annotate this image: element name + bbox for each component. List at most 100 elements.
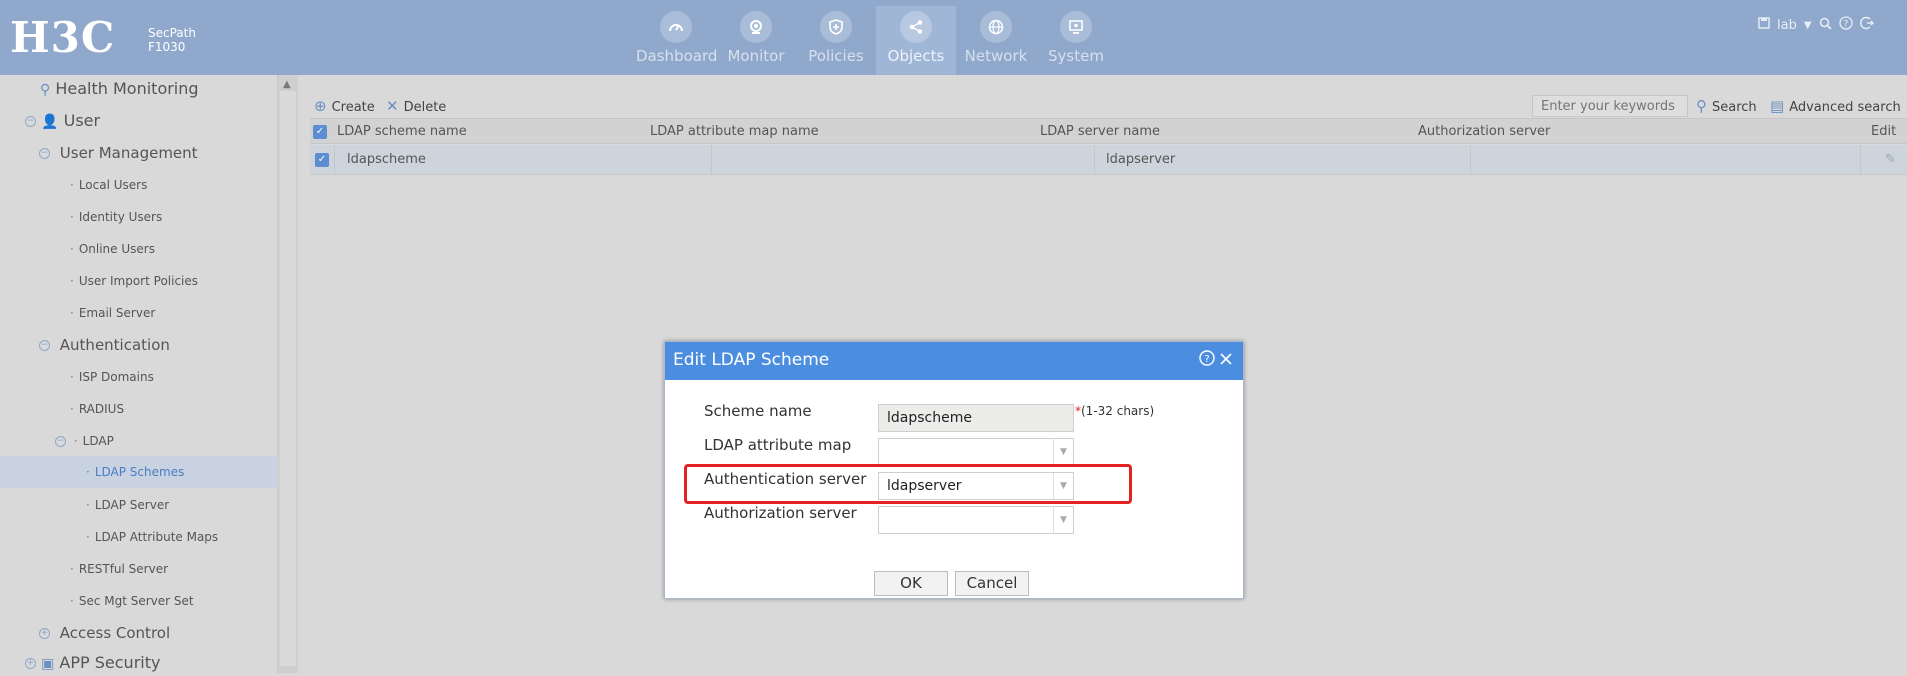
- collapse-toggle-icon[interactable]: −: [39, 340, 50, 351]
- length-hint: (1-32 chars): [1081, 404, 1155, 418]
- nav-objects[interactable]: Objects: [876, 6, 956, 75]
- caret-down-icon[interactable]: ▼: [1804, 20, 1812, 31]
- expand-toggle-icon[interactable]: +: [39, 628, 50, 639]
- user-name[interactable]: lab: [1777, 18, 1797, 33]
- nav-label: Network: [964, 47, 1028, 65]
- sidebar-item-ldap-server[interactable]: · LDAP Server: [0, 493, 169, 517]
- attribute-map-label: LDAP attribute map: [704, 436, 852, 454]
- column-header: Edit: [1871, 124, 1897, 139]
- advanced-search-button[interactable]: ▤ Advanced search: [1770, 97, 1901, 115]
- nav-system[interactable]: System: [1036, 6, 1116, 75]
- sidebar-item-ldap-schemes[interactable]: · LDAP Schemes: [0, 456, 278, 488]
- save-icon[interactable]: [1758, 17, 1770, 33]
- create-label: Create: [331, 100, 375, 115]
- authorization-server-select[interactable]: ▼: [878, 506, 1074, 534]
- row-checkbox[interactable]: ✓: [315, 153, 329, 167]
- toolbar: ⊕ Create ✕ Delete ⚲ Search ▤ Advanced search: [298, 75, 1907, 117]
- sidebar-item-label: Sec Mgt Server Set: [78, 594, 194, 608]
- sidebar-item-label: LDAP Attribute Maps: [94, 530, 219, 544]
- sidebar-item-health-monitoring[interactable]: ⚲ Health Monitoring: [0, 77, 199, 101]
- gauge-icon: [660, 11, 692, 43]
- help-icon[interactable]: ?: [1199, 343, 1215, 379]
- sidebar-item-online-users[interactable]: · Online Users: [0, 237, 155, 261]
- sidebar-item-access-control[interactable]: + Access Control: [0, 621, 170, 645]
- column-header[interactable]: Authorization server: [1418, 119, 1550, 143]
- sidebar-item-label: LDAP: [82, 434, 114, 448]
- scroll-up-icon[interactable]: ▲: [283, 79, 291, 90]
- share-icon: [900, 11, 932, 43]
- scheme-name-label: Scheme name: [704, 402, 812, 420]
- nav-monitor[interactable]: Monitor: [716, 6, 796, 75]
- sidebar-item-ldap-attribute-maps[interactable]: · LDAP Attribute Maps: [0, 525, 218, 549]
- device-model: SecPath F1030: [148, 26, 196, 54]
- select-all-checkbox[interactable]: ✓: [313, 125, 327, 139]
- sidebar-item-label: Online Users: [78, 242, 155, 256]
- main-nav: Dashboard Monitor Policies Objects Netwo…: [636, 6, 1116, 75]
- sidebar-item-label: Identity Users: [78, 210, 163, 224]
- sidebar-item-local-users[interactable]: · Local Users: [0, 173, 147, 197]
- cancel-button[interactable]: Cancel: [955, 571, 1029, 596]
- help-icon[interactable]: ?: [1838, 16, 1853, 34]
- collapse-toggle-icon[interactable]: −: [39, 148, 50, 159]
- shield-icon: [820, 11, 852, 43]
- sidebar-item-sec-mgt-server-set[interactable]: · Sec Mgt Server Set: [0, 589, 194, 613]
- sidebar-item-user[interactable]: − 👤 User: [0, 109, 100, 133]
- model-line-2: F1030: [148, 40, 186, 54]
- nav-label: Dashboard: [636, 47, 718, 65]
- sidebar-item-ldap[interactable]: − · LDAP: [0, 429, 114, 453]
- column-header[interactable]: LDAP attribute map name: [650, 119, 819, 143]
- plus-circle-icon: ⊕: [314, 97, 327, 115]
- scheme-name-hint: *(1-32 chars): [1075, 404, 1154, 418]
- nav-label: Objects: [887, 47, 945, 65]
- nav-policies[interactable]: Policies: [796, 6, 876, 75]
- edit-pencil-icon[interactable]: ✎: [1885, 145, 1896, 174]
- search-icon[interactable]: [1819, 17, 1832, 34]
- close-icon: ✕: [386, 97, 399, 115]
- sidebar-item-label: User Management: [59, 144, 198, 162]
- sidebar-item-email-server[interactable]: · Email Server: [0, 301, 155, 325]
- dialog-controls: ?: [1199, 342, 1233, 380]
- attribute-map-select[interactable]: ▼: [878, 438, 1074, 466]
- sidebar-item-label: LDAP Server: [94, 498, 170, 512]
- globe-icon: [980, 11, 1012, 43]
- nav-network[interactable]: Network: [956, 6, 1036, 75]
- expand-toggle-icon[interactable]: +: [25, 658, 36, 669]
- chevron-down-icon[interactable]: ▼: [1053, 507, 1073, 533]
- table-row[interactable]: ✓ ldapscheme ldapserver ✎: [310, 145, 1907, 175]
- logout-icon[interactable]: [1859, 16, 1874, 34]
- sidebar-item-user-import-policies[interactable]: · User Import Policies: [0, 269, 198, 293]
- delete-button[interactable]: ✕ Delete: [386, 97, 446, 115]
- sidebar-item-authentication[interactable]: − Authentication: [0, 333, 170, 357]
- advanced-search-label: Advanced search: [1789, 100, 1901, 115]
- sidebar-item-label: User Import Policies: [78, 274, 199, 288]
- collapse-toggle-icon[interactable]: −: [25, 116, 36, 127]
- ok-button[interactable]: OK: [874, 571, 948, 596]
- nav-dashboard[interactable]: Dashboard: [636, 6, 718, 75]
- cell-server-name: ldapserver: [1106, 152, 1176, 167]
- chevron-down-icon[interactable]: ▼: [1053, 439, 1073, 465]
- sidebar-item-label: APP Security: [59, 653, 161, 672]
- sidebar-item-app-security[interactable]: + ▣ APP Security: [0, 651, 160, 675]
- search-input[interactable]: [1532, 95, 1688, 117]
- delete-label: Delete: [403, 100, 447, 115]
- create-button[interactable]: ⊕ Create: [314, 97, 375, 115]
- collapse-toggle-icon[interactable]: −: [55, 436, 66, 447]
- scrollbar-thumb[interactable]: [280, 91, 296, 666]
- sidebar-item-restful-server[interactable]: · RESTful Server: [0, 557, 168, 581]
- monitor-icon: [740, 11, 772, 43]
- sidebar-item-identity-users[interactable]: · Identity Users: [0, 205, 162, 229]
- scheme-name-field[interactable]: ldapscheme: [878, 404, 1074, 432]
- sidebar-scrollbar[interactable]: ▲: [278, 75, 298, 673]
- model-line-1: SecPath: [148, 26, 196, 40]
- column-header[interactable]: LDAP server name: [1040, 119, 1160, 143]
- highlight-box: [684, 464, 1132, 504]
- close-icon[interactable]: [1219, 343, 1233, 379]
- sidebar-item-label: RESTful Server: [78, 562, 169, 576]
- sidebar-item-isp-domains[interactable]: · ISP Domains: [0, 365, 154, 389]
- search-button[interactable]: ⚲ Search: [1696, 97, 1757, 115]
- authorization-server-label: Authorization server: [704, 504, 857, 522]
- column-header[interactable]: LDAP scheme name: [337, 119, 467, 143]
- sidebar-item-user-management[interactable]: − User Management: [0, 141, 198, 165]
- nav-label: Policies: [808, 47, 864, 65]
- sidebar-item-radius[interactable]: · RADIUS: [0, 397, 124, 421]
